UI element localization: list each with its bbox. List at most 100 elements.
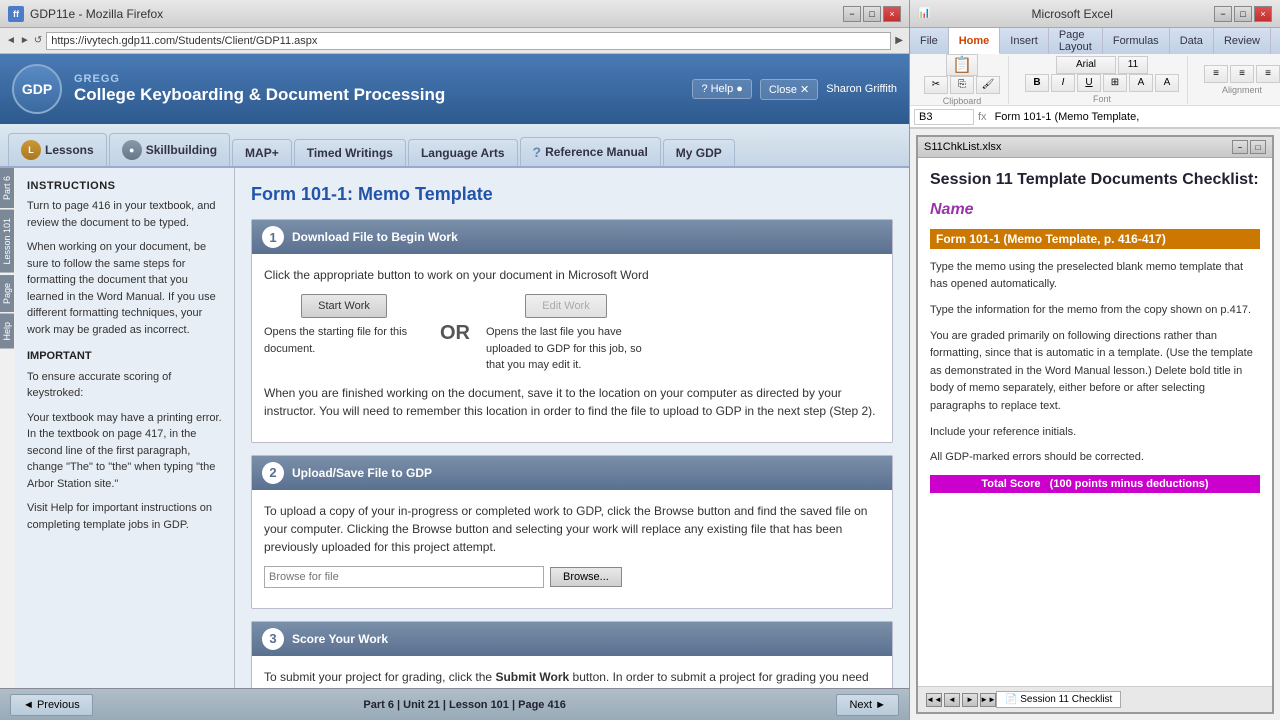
- previous-button[interactable]: ◄ Previous: [10, 694, 93, 716]
- minimize-button[interactable]: −: [843, 6, 861, 22]
- fill-color-button[interactable]: A: [1129, 74, 1153, 92]
- instructions-heading: INSTRUCTIONS: [27, 180, 222, 192]
- checklist-content: Session 11 Template Documents Checklist:…: [918, 158, 1272, 686]
- forward-button[interactable]: ►: [20, 35, 30, 46]
- excel-group-font: Arial 11 B I U ⊞ A A Font: [1017, 56, 1188, 104]
- bold-button[interactable]: B: [1025, 74, 1049, 92]
- nav-language-arts[interactable]: Language Arts: [408, 139, 518, 166]
- gdp-gregg-label: GREGG: [74, 73, 692, 85]
- help-button[interactable]: ? Help ●: [692, 79, 751, 99]
- lessons-icon: L: [21, 140, 41, 160]
- excel-close-button[interactable]: ×: [1254, 6, 1272, 22]
- excel-tab-view[interactable]: View: [1271, 28, 1280, 54]
- sheet-next-button[interactable]: ►: [962, 693, 978, 707]
- excel-minimize-button[interactable]: −: [1214, 6, 1232, 22]
- checklist-maximize-button[interactable]: □: [1250, 140, 1266, 154]
- reload-button[interactable]: ↺: [34, 35, 42, 46]
- sheet-last-button[interactable]: ►►: [980, 693, 996, 707]
- excel-ribbon: File Home Insert Page Layout Formulas Da…: [910, 28, 1280, 129]
- underline-button[interactable]: U: [1077, 74, 1101, 92]
- go-button[interactable]: ▶: [895, 35, 903, 46]
- step2-header: 2 Upload/Save File to GDP: [252, 456, 892, 490]
- checklist-item-4: Include your reference initials.: [930, 424, 1260, 442]
- cell-reference-input[interactable]: [914, 109, 974, 125]
- side-tab-4[interactable]: Help: [0, 314, 14, 349]
- or-divider: OR: [440, 322, 470, 345]
- alignment-buttons: ≡ ≡ ≡: [1204, 65, 1280, 83]
- paste-button[interactable]: 📋: [946, 54, 978, 76]
- important-heading: IMPORTANT: [27, 348, 222, 365]
- side-tab-2[interactable]: Lesson 101: [0, 210, 14, 273]
- edit-work-button[interactable]: Edit Work: [525, 294, 606, 318]
- step2-section: 2 Upload/Save File to GDP To upload a co…: [251, 455, 893, 609]
- footer-status: Part 6 | Unit 21 | Lesson 101 | Page 416: [363, 699, 565, 711]
- file-input[interactable]: [264, 566, 544, 588]
- excel-toolbar: 📋 ✂ ⎘ 🖌 Clipboard Arial 11 B I U ⊞: [910, 54, 1280, 106]
- side-tab-1[interactable]: Part 6: [0, 168, 14, 208]
- sheet-first-button[interactable]: ◄◄: [926, 693, 942, 707]
- sheet-tab-label: Session 11 Checklist: [1020, 694, 1112, 705]
- format-painter-button[interactable]: 🖌: [976, 76, 1000, 94]
- nav-skillbuilding-label: Skillbuilding: [146, 143, 217, 157]
- nav-reference-manual[interactable]: ? Reference Manual: [520, 137, 661, 166]
- step2-number: 2: [262, 462, 284, 484]
- checklist-minimize-button[interactable]: −: [1232, 140, 1248, 154]
- border-button[interactable]: ⊞: [1103, 74, 1127, 92]
- font-name-dropdown[interactable]: Arial: [1056, 56, 1116, 74]
- excel-tab-data[interactable]: Data: [1170, 28, 1214, 54]
- alignment-group-label: Alignment: [1222, 85, 1262, 95]
- start-work-button[interactable]: Start Work: [301, 294, 387, 318]
- step1-number: 1: [262, 226, 284, 248]
- nav-lessons[interactable]: L Lessons: [8, 133, 107, 166]
- step1-header: 1 Download File to Begin Work: [252, 220, 892, 254]
- step1-buttons: Start Work Opens the starting file for t…: [264, 294, 880, 374]
- gdp-header-right: ? Help ● Close ✕ Sharon Griffith: [692, 79, 897, 100]
- formula-input[interactable]: [991, 111, 1276, 123]
- file-upload-row: Browse...: [264, 566, 880, 588]
- align-left-button[interactable]: ≡: [1204, 65, 1228, 83]
- gdp-close-button[interactable]: Close ✕: [760, 79, 818, 100]
- gdp-title-area: GREGG College Keyboarding & Document Pro…: [74, 73, 692, 105]
- checklist-highlighted-item: Form 101-1 (Memo Template, p. 416-417): [930, 229, 1260, 249]
- cut-button[interactable]: ✂: [924, 76, 948, 94]
- next-button[interactable]: Next ►: [836, 694, 899, 716]
- excel-tab-file[interactable]: File: [910, 28, 949, 54]
- excel-tab-review[interactable]: Review: [1214, 28, 1271, 54]
- checklist-item-1: Type the memo using the preselected blan…: [930, 259, 1260, 294]
- maximize-button[interactable]: □: [863, 6, 881, 22]
- excel-tab-formulas[interactable]: Formulas: [1103, 28, 1170, 54]
- nav-skillbuilding[interactable]: ● Skillbuilding: [109, 133, 230, 166]
- font-color-button[interactable]: A: [1155, 74, 1179, 92]
- italic-button[interactable]: I: [1051, 74, 1075, 92]
- window-controls: − □ ×: [843, 6, 901, 22]
- page-title: Form 101-1: Memo Template: [251, 184, 893, 205]
- total-score-label: Total Score: [981, 478, 1040, 490]
- font-group-label: Font: [1093, 94, 1111, 104]
- nav-my-gdp[interactable]: My GDP: [663, 139, 735, 166]
- font-size-dropdown[interactable]: 11: [1118, 56, 1148, 74]
- checklist-item-5: All GDP-marked errors should be correcte…: [930, 449, 1260, 467]
- sheet-prev-button[interactable]: ◄: [944, 693, 960, 707]
- nav-map-label: MAP+: [245, 146, 279, 160]
- help-icon: ?: [701, 83, 707, 95]
- step1-intro: Click the appropriate button to work on …: [264, 266, 880, 284]
- excel-tab-insert[interactable]: Insert: [1000, 28, 1049, 54]
- excel-tab-page-layout[interactable]: Page Layout: [1049, 28, 1103, 54]
- step1-section: 1 Download File to Begin Work Click the …: [251, 219, 893, 443]
- excel-tab-home[interactable]: Home: [949, 28, 1001, 54]
- side-tab-3[interactable]: Page: [0, 275, 14, 312]
- nav-map[interactable]: MAP+: [232, 139, 292, 166]
- back-button[interactable]: ◄: [6, 35, 16, 46]
- sheet-tab[interactable]: 📄 Session 11 Checklist: [996, 691, 1121, 708]
- align-center-button[interactable]: ≡: [1230, 65, 1254, 83]
- checklist-window-controls: − □: [1232, 140, 1266, 154]
- address-bar: ◄ ► ↺ ▶: [0, 28, 909, 54]
- nav-timed-writings[interactable]: Timed Writings: [294, 139, 406, 166]
- step2-body-text: To upload a copy of your in-progress or …: [264, 502, 880, 556]
- url-input[interactable]: [46, 32, 891, 50]
- close-button[interactable]: ×: [883, 6, 901, 22]
- copy-button[interactable]: ⎘: [950, 76, 974, 94]
- browse-button[interactable]: Browse...: [550, 567, 622, 587]
- excel-maximize-button[interactable]: □: [1234, 6, 1252, 22]
- align-right-button[interactable]: ≡: [1256, 65, 1280, 83]
